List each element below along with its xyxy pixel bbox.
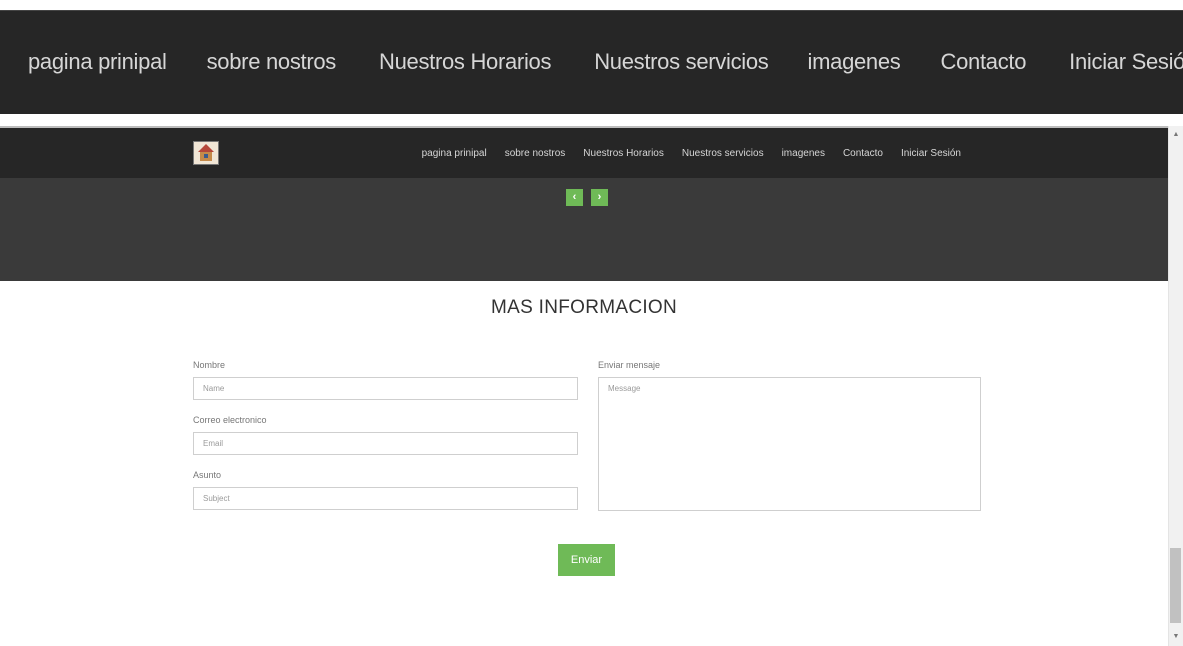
chevron-right-icon[interactable]: › bbox=[591, 189, 608, 206]
nav-item-images[interactable]: imagenes bbox=[773, 148, 834, 159]
zoom-nav-login[interactable]: Iniciar Sesión bbox=[1069, 49, 1183, 75]
main-nav: pagina prinipal sobre nostros Nuestros H… bbox=[413, 128, 970, 178]
logo-icon[interactable] bbox=[193, 141, 219, 165]
page-viewport: pagina prinipal sobre nostros Nuestros H… bbox=[0, 126, 1183, 646]
nav-item-contact[interactable]: Contacto bbox=[834, 148, 892, 159]
subject-label: Asunto bbox=[193, 470, 222, 480]
zoom-nav-home[interactable]: pagina prinipal bbox=[28, 49, 167, 75]
scroll-down-icon[interactable]: ▼ bbox=[1169, 632, 1183, 642]
nav-item-schedule[interactable]: Nuestros Horarios bbox=[574, 148, 673, 159]
nav-item-login[interactable]: Iniciar Sesión bbox=[892, 148, 970, 159]
email-label: Correo electronico bbox=[193, 415, 267, 425]
zoom-nav-images[interactable]: imagenes bbox=[808, 49, 901, 75]
zoom-nav-schedule[interactable]: Nuestros Horarios bbox=[379, 49, 551, 75]
chevron-left-icon[interactable]: ‹ bbox=[566, 189, 583, 206]
image-slider: ‹ › bbox=[0, 178, 1168, 281]
nav-item-services[interactable]: Nuestros servicios bbox=[673, 148, 773, 159]
name-field[interactable] bbox=[193, 377, 578, 400]
nav-item-home[interactable]: pagina prinipal bbox=[413, 148, 496, 159]
zoom-nav-contact[interactable]: Contacto bbox=[941, 49, 1027, 75]
scroll-up-icon[interactable]: ▲ bbox=[1169, 130, 1183, 140]
zoomed-nav-bar: pagina prinipal sobre nostros Nuestros H… bbox=[0, 10, 1183, 114]
name-label: Nombre bbox=[193, 360, 226, 370]
zoom-nav-about[interactable]: sobre nostros bbox=[207, 49, 337, 75]
send-button[interactable]: Enviar bbox=[558, 544, 615, 576]
nav-item-about[interactable]: sobre nostros bbox=[496, 148, 575, 159]
section-title: MAS INFORMACION bbox=[490, 297, 678, 318]
zoomed-nav-menu: pagina prinipal sobre nostros Nuestros H… bbox=[0, 10, 1183, 114]
scroll-thumb[interactable] bbox=[1170, 548, 1181, 623]
site-header: pagina prinipal sobre nostros Nuestros H… bbox=[0, 128, 1168, 178]
message-field[interactable] bbox=[598, 377, 981, 511]
zoom-nav-services[interactable]: Nuestros servicios bbox=[594, 49, 769, 75]
scrollbar[interactable]: ▲ ▼ bbox=[1168, 126, 1183, 646]
subject-field[interactable] bbox=[193, 487, 578, 510]
message-label: Enviar mensaje bbox=[598, 360, 661, 370]
email-field[interactable] bbox=[193, 432, 578, 455]
